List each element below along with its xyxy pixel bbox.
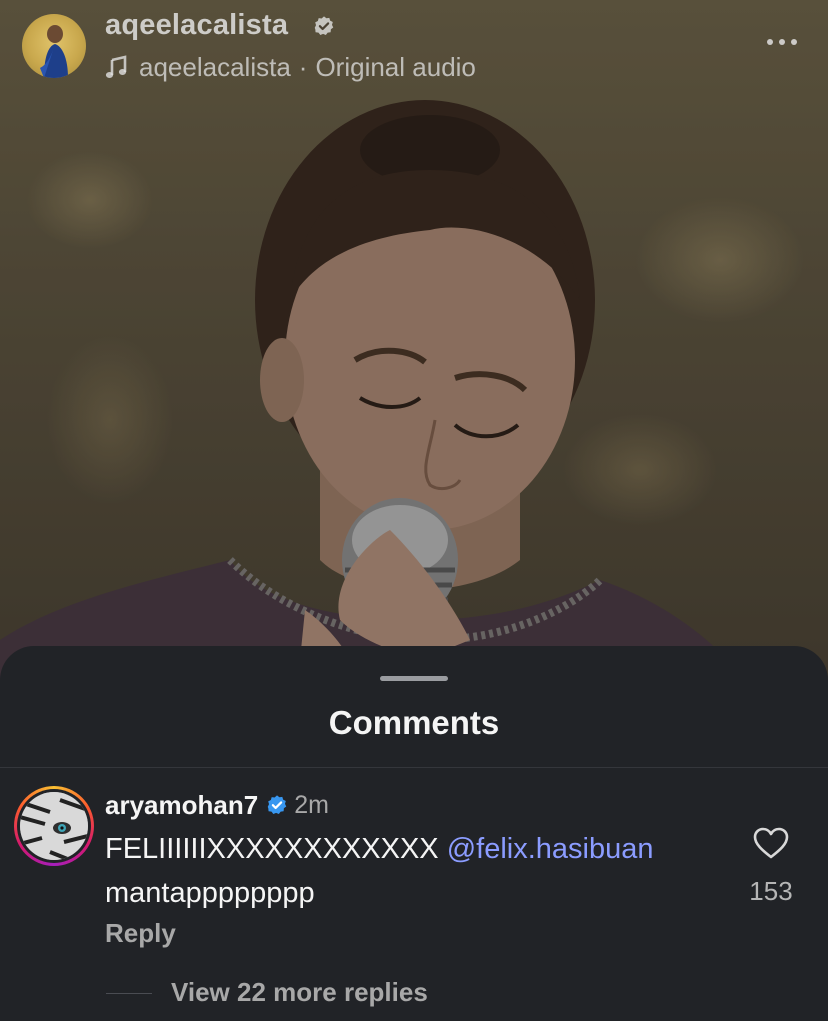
commenter-avatar xyxy=(20,792,88,860)
audio-row[interactable]: aqeelacalista · Original audio xyxy=(105,50,476,84)
comment-mention-link[interactable]: @felix.hasibuan xyxy=(447,833,654,865)
commenter-avatar-story-ring[interactable] xyxy=(14,786,94,866)
comment-timestamp: 2m xyxy=(294,790,329,819)
audio-artist: aqeelacalista xyxy=(139,51,291,82)
verified-badge-icon xyxy=(314,16,334,35)
like-count: 153 xyxy=(749,876,793,906)
comments-title: Comments xyxy=(328,704,500,741)
audio-separator: · xyxy=(298,51,308,82)
reply-button[interactable]: Reply xyxy=(105,918,176,949)
profile-avatar-image xyxy=(40,25,68,78)
reel-video-background[interactable] xyxy=(0,0,828,700)
sheet-divider xyxy=(0,767,828,768)
reel-username[interactable]: aqeelacalista xyxy=(105,9,288,42)
music-note-icon xyxy=(105,55,127,78)
comments-sheet: Comments aryamohan7 2m FELIIIIIIXXXXXXXX… xyxy=(0,646,828,1021)
commenter-username[interactable]: aryamohan7 xyxy=(105,790,258,821)
tiger-avatar-image xyxy=(20,792,88,860)
video-dim-overlay xyxy=(0,0,828,700)
sheet-grabber-handle[interactable] xyxy=(380,676,448,681)
view-more-replies-button[interactable]: View 22 more replies xyxy=(171,977,428,1008)
comment-text: FELIIIIIIXXXXXXXXXXXX @felix.hasibuan ma… xyxy=(105,827,705,915)
more-options-icon[interactable] xyxy=(762,30,802,54)
comment-body-line2: mantapppppppp xyxy=(105,877,315,909)
heart-icon[interactable] xyxy=(752,826,790,860)
verified-badge-icon xyxy=(267,795,287,814)
comment-header: aryamohan7 2m xyxy=(105,788,329,822)
profile-avatar[interactable] xyxy=(22,14,86,78)
audio-title: Original audio xyxy=(315,51,476,82)
replies-divider-line xyxy=(106,993,152,994)
reel-header: aqeelacalista aqeelacalista · Original a… xyxy=(0,0,828,100)
comment-body: FELIIIIIIXXXXXXXXXXXX xyxy=(105,833,439,865)
